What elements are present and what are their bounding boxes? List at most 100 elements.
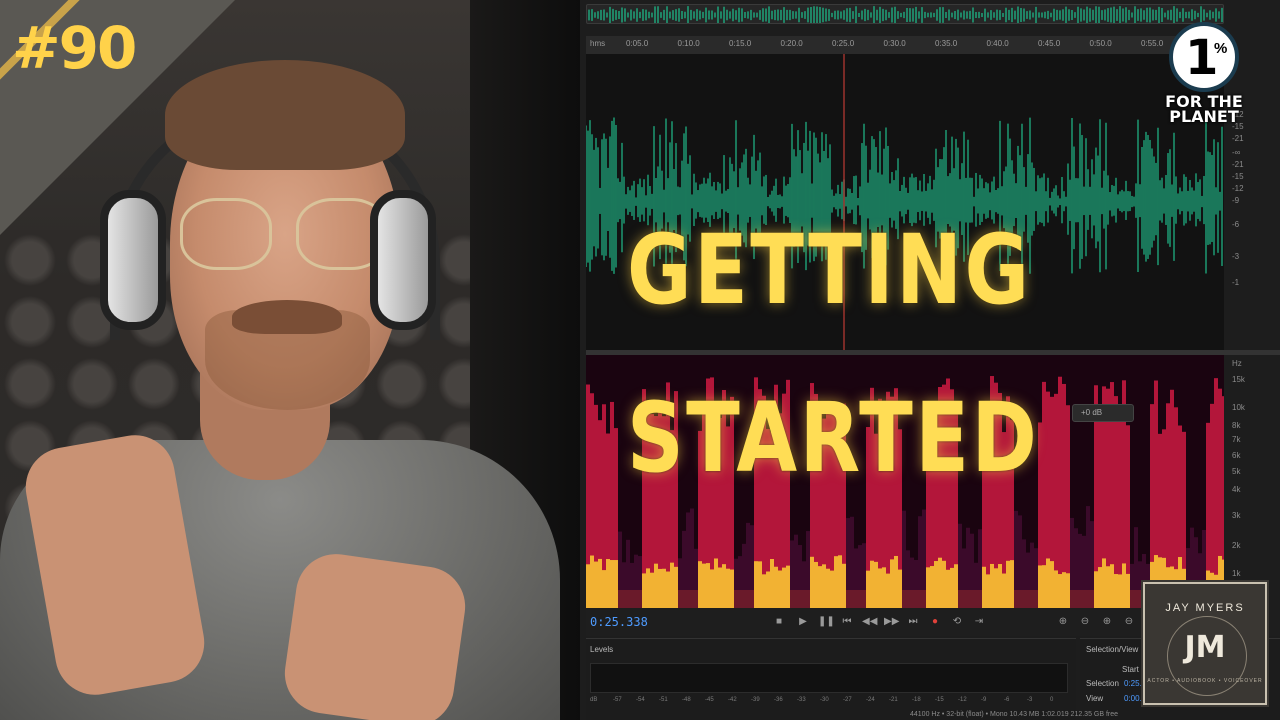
hz-scale-label: 8k	[1232, 421, 1241, 430]
zoom-in-amplitude-icon[interactable]: ⊕	[1056, 616, 1070, 630]
levels-scale-label: -21	[889, 697, 898, 703]
skip-selection-icon[interactable]: ⇥	[972, 616, 986, 630]
spectral-hot-band	[918, 590, 922, 608]
spectral-hot-band	[1082, 590, 1086, 608]
spectral-hot-band	[914, 590, 918, 608]
selection-view-title: Selection/View	[1086, 645, 1139, 654]
spectral-hot-band	[958, 590, 962, 608]
spectral-hot-band	[782, 567, 786, 608]
spectral-hot-band	[802, 590, 806, 608]
hz-scale-label: 4k	[1232, 485, 1241, 494]
spectral-hot-band	[970, 590, 974, 608]
ruler-tick-label: 0:35.0	[935, 39, 958, 48]
spectral-hot-band	[754, 561, 758, 608]
levels-scale-label: -6	[1004, 697, 1010, 703]
db-scale-label: -∞	[1232, 148, 1241, 157]
spectral-hot-band	[774, 566, 778, 608]
spectral-hot-band	[926, 567, 930, 608]
spectral-hot-band	[1026, 590, 1030, 608]
spectral-hot-band	[666, 571, 670, 608]
spectral-hot-band	[1034, 590, 1038, 608]
spectral-hot-band	[850, 590, 854, 608]
db-scale-label: -6	[1232, 220, 1240, 229]
selection-label: Selection	[1086, 679, 1119, 688]
spectral-hot-band	[630, 590, 634, 608]
skip-end-icon[interactable]: ⏭	[906, 616, 920, 630]
status-bar: 44100 Hz • 32-bit (float) • Mono 10.43 M…	[910, 711, 1119, 718]
spectral-hot-band	[1106, 566, 1110, 608]
spectral-hot-band	[966, 590, 970, 608]
spectral-hot-band	[846, 590, 850, 608]
ftp-percent: %	[1214, 40, 1228, 57]
levels-scale-label: -27	[843, 697, 852, 703]
spectral-hot-band	[602, 570, 606, 608]
hz-scale-label: 10k	[1232, 403, 1245, 412]
spectral-hot-band	[1042, 565, 1046, 608]
title-line-2: STARTED	[627, 382, 1040, 494]
levels-scale-label: -36	[774, 697, 783, 703]
spectral-hot-band	[834, 556, 838, 608]
play-icon[interactable]: ▶	[796, 616, 810, 630]
ruler-tick-label: 0:20.0	[780, 39, 803, 48]
spectral-hot-band	[1102, 558, 1106, 608]
spectral-hot-band	[1134, 590, 1138, 608]
spectral-hot-band	[1074, 590, 1078, 608]
spectral-hot-band	[1018, 590, 1022, 608]
spectral-hot-band	[858, 590, 862, 608]
spectral-hot-band	[590, 555, 594, 608]
hz-scale-label: Hz	[1232, 359, 1242, 368]
spectral-hot-band	[990, 563, 994, 608]
spectral-hot-band	[842, 563, 846, 608]
spectral-hot-band	[1086, 590, 1090, 608]
spectral-hot-band	[658, 568, 662, 608]
gain-hud[interactable]: +0 dB	[1072, 404, 1134, 422]
ruler-tick-label: 0:05.0	[626, 39, 649, 48]
spectral-hot-band	[894, 555, 898, 608]
spectral-hot-band	[862, 590, 866, 608]
fast-forward-icon[interactable]: ▶▶	[884, 616, 899, 630]
zoom-in-time-icon[interactable]: ⊕	[1100, 616, 1114, 630]
levels-scale-label: -39	[751, 697, 760, 703]
rewind-icon[interactable]: ◀◀	[862, 616, 877, 630]
view-value[interactable]: 0:00.	[1124, 694, 1142, 703]
start-value[interactable]: 0:25.	[1124, 679, 1142, 688]
hz-scale-label: 1k	[1232, 569, 1241, 578]
hz-scale-label: 2k	[1232, 541, 1241, 550]
spectral-hot-band	[1114, 574, 1118, 608]
levels-scale-label: -3	[1027, 697, 1033, 703]
ruler-tick-label: 0:45.0	[1038, 39, 1061, 48]
spectral-hot-band	[814, 561, 818, 608]
levels-scale-label: -54	[636, 697, 645, 703]
jm-monogram: JM	[1184, 630, 1226, 665]
levels-scale-label: 0	[1050, 697, 1054, 703]
levels-scale-label: -15	[935, 697, 944, 703]
stop-icon[interactable]: ■	[772, 616, 786, 630]
skip-start-icon[interactable]: ⏮	[840, 616, 854, 630]
zoom-out-time-icon[interactable]: ⊖	[1122, 616, 1136, 630]
ruler-tick-label: 0:30.0	[883, 39, 906, 48]
spectral-hot-band	[770, 559, 774, 608]
spectral-hot-band	[882, 567, 886, 608]
timeline-ruler[interactable]: hms 0:05.0 0:10.0 0:15.0 0:20.0 0:25.0 0:30.0…	[586, 36, 1224, 54]
ruler-tick-label: 0:10.0	[677, 39, 700, 48]
pause-icon[interactable]: ❚❚	[818, 616, 835, 630]
spectral-hot-band	[702, 563, 706, 608]
spectral-hot-band	[638, 590, 642, 608]
loop-icon[interactable]: ⟲	[950, 616, 964, 630]
levels-scale-label: -18	[912, 697, 921, 703]
spectral-hot-band	[994, 568, 998, 608]
ruler-unit: hms	[590, 39, 606, 48]
overview-waveform[interactable]	[586, 4, 1224, 24]
spectral-hot-band	[950, 567, 954, 608]
spectral-hot-band	[682, 590, 686, 608]
record-icon[interactable]: ●	[928, 616, 942, 630]
ruler-tick-label: 0:25.0	[832, 39, 855, 48]
spectral-hot-band	[890, 559, 894, 608]
spectral-hot-band	[1110, 564, 1114, 608]
spectral-hot-band	[626, 590, 630, 608]
spectral-hot-band	[798, 590, 802, 608]
spectral-hot-band	[1138, 590, 1142, 608]
spectral-hot-band	[1126, 573, 1130, 608]
spectral-hot-band	[1046, 558, 1050, 608]
zoom-out-amplitude-icon[interactable]: ⊖	[1078, 616, 1092, 630]
